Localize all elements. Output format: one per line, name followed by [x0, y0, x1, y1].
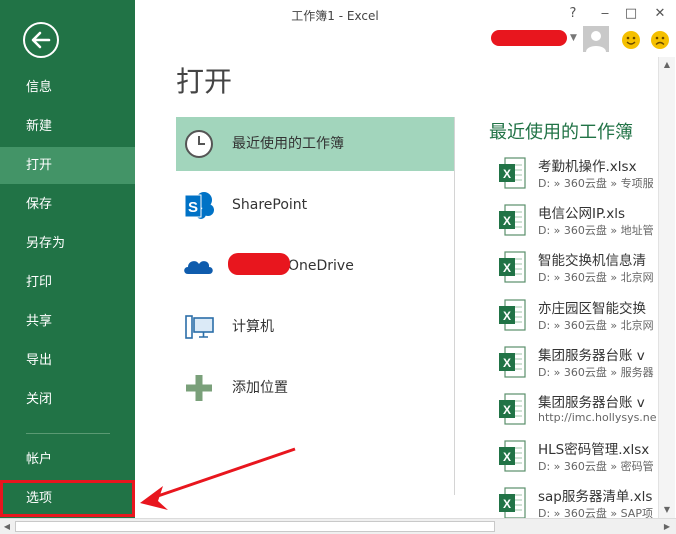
sidebar-item-info[interactable]: 信息 [0, 69, 135, 106]
recent-file-name: 集团服务器台账 v [538, 347, 645, 364]
recent-file-path: D: » 360云盘 » 北京网 [538, 318, 654, 332]
recent-file-path: D: » 360云盘 » SAP项 [538, 507, 653, 518]
location-sharepoint[interactable]: S SharePoint [176, 178, 454, 232]
svg-text:X: X [503, 261, 511, 275]
recent-file-item[interactable]: X 考勤机操作.xlsx D: » 360云盘 » 专项服 [489, 150, 659, 197]
svg-text:X: X [503, 167, 511, 181]
svg-text:X: X [503, 450, 511, 464]
recent-file-item[interactable]: X 亦庄园区智能交换 D: » 360云盘 » 北京网 [489, 292, 659, 339]
horizontal-scrollbar[interactable]: ◀ ▶ [0, 518, 676, 534]
page-title: 打开 [176, 65, 233, 98]
location-computer[interactable]: 计算机 [176, 300, 454, 354]
excel-file-icon: X [499, 157, 526, 189]
chevron-down-icon[interactable]: ▼ [570, 33, 577, 43]
scroll-up-arrow-icon[interactable]: ▲ [659, 57, 675, 73]
svg-text:X: X [503, 309, 511, 323]
close-button[interactable]: ✕ [649, 5, 671, 23]
sidebar-item-share[interactable]: 共享 [0, 303, 135, 340]
svg-text:X: X [503, 403, 511, 417]
vertical-scrollbar[interactable]: ▲ ▼ [658, 57, 675, 518]
svg-text:X: X [503, 214, 511, 228]
scroll-left-arrow-icon[interactable]: ◀ [0, 519, 14, 534]
location-label: 计算机 [232, 319, 274, 335]
svg-text:X: X [503, 356, 511, 370]
recent-file-name: 集团服务器台账 v [538, 395, 645, 411]
redacted-user-name[interactable] [491, 30, 567, 46]
back-button[interactable] [23, 22, 59, 58]
recent-file-path: D: » 360云盘 » 专项服 [538, 177, 654, 190]
back-arrow-icon [31, 31, 51, 49]
clock-icon [185, 130, 213, 158]
scroll-down-arrow-icon[interactable]: ▼ [659, 502, 675, 518]
location-label: 最近使用的工作簿 [232, 136, 344, 152]
excel-file-icon: X [499, 487, 526, 518]
recent-file-item[interactable]: X 集团服务器台账 v D: » 360云盘 » 服务器 [489, 339, 659, 386]
sidebar-item-save-as[interactable]: 另存为 [0, 225, 135, 262]
recent-file-path: D: » 360云盘 » 地址管 [538, 224, 654, 238]
excel-file-icon: X [499, 298, 526, 331]
minimize-button[interactable]: ‒ [594, 5, 616, 23]
sharepoint-icon: S [184, 192, 214, 219]
sidebar-divider [26, 433, 110, 434]
location-label: SharePoint [232, 197, 308, 213]
recent-file-path: D: » 360云盘 » 服务器 [538, 365, 654, 379]
recent-file-path: D: » 360云盘 » 北京网 [538, 271, 654, 285]
recent-file-path: D: » 360云盘 » 密码管 [538, 460, 654, 474]
backstage-sidebar: 信息 新建 打开 保存 另存为 打印 共享 导出 关闭 帐户 选项 [0, 0, 135, 518]
recent-file-name: sap服务器清单.xls [538, 489, 653, 506]
recent-workbooks-heading: 最近使用的工作簿 [489, 122, 633, 143]
column-divider [454, 117, 455, 495]
sidebar-item-export[interactable]: 导出 [0, 342, 135, 379]
excel-file-icon: X [499, 251, 526, 283]
recent-file-name: 智能交换机信息清 [538, 253, 646, 270]
restore-button[interactable]: □ [620, 5, 642, 23]
user-silhouette-icon [586, 31, 606, 52]
send-smile-icon[interactable] [622, 31, 640, 49]
sidebar-item-account[interactable]: 帐户 [0, 441, 135, 478]
sidebar-item-options[interactable]: 选项 [0, 480, 135, 517]
recent-file-name: 电信公网IP.xls [538, 206, 626, 223]
onedrive-cloud-icon [184, 261, 213, 274]
recent-file-item[interactable]: Xsap服务器清单.xls D: » 360云盘 » SAP项 [489, 480, 659, 518]
avatar[interactable] [583, 26, 609, 52]
recent-file-item[interactable]: X HLS密码管理.xlsx D: » 360云盘 » 密码管 [489, 433, 659, 480]
excel-file-icon: X [499, 393, 526, 425]
send-frown-icon[interactable] [651, 31, 669, 49]
location-label: 添加位置 [232, 380, 288, 396]
recent-file-path: http://imc.hollysys.ne [538, 411, 657, 424]
recent-file-item[interactable]: X 智能交换机信息清 D: » 360云盘 » 北京网 [489, 244, 659, 291]
recent-file-name: 考勤机操作.xlsx [538, 159, 637, 175]
recent-files-list: X 考勤机操作.xlsx D: » 360云盘 » 专项服 X 电信公网IP.xls D:… [489, 150, 659, 518]
excel-file-icon: X [499, 440, 526, 472]
excel-file-icon: X [499, 204, 526, 236]
horizontal-scroll-thumb[interactable] [15, 521, 495, 532]
redacted-account-name [228, 253, 290, 275]
sidebar-item-new[interactable]: 新建 [0, 108, 135, 145]
location-label: OneDrive [288, 258, 354, 274]
location-add-place[interactable]: 添加位置 [176, 361, 454, 415]
excel-file-icon: X [499, 346, 526, 378]
frown-face-icon [655, 36, 665, 45]
plus-icon [186, 375, 212, 401]
recent-file-item[interactable]: X 电信公网IP.xls D: » 360云盘 » 地址管 [489, 197, 659, 244]
sidebar-item-close[interactable]: 关闭 [0, 381, 135, 418]
help-button[interactable]: ? [562, 5, 584, 23]
scroll-right-arrow-icon[interactable]: ▶ [660, 519, 674, 534]
sidebar-item-print[interactable]: 打印 [0, 264, 135, 301]
sidebar-item-open[interactable]: 打开 [0, 147, 135, 184]
sidebar-item-save[interactable]: 保存 [0, 186, 135, 223]
location-recent-workbooks[interactable]: 最近使用的工作簿 [176, 117, 454, 171]
recent-file-name: HLS密码管理.xlsx [538, 442, 650, 459]
computer-icon [185, 315, 214, 339]
window-title: 工作簿1 - Excel [291, 9, 379, 23]
location-onedrive[interactable]: OneDrive [176, 239, 454, 293]
recent-file-item[interactable]: X 集团服务器台账 v http://imc.hollysys.ne [489, 386, 659, 433]
recent-file-name: 亦庄园区智能交换 [538, 300, 646, 317]
svg-text:X: X [503, 497, 511, 511]
smiley-face-icon [626, 36, 636, 45]
svg-text:S: S [188, 199, 198, 216]
